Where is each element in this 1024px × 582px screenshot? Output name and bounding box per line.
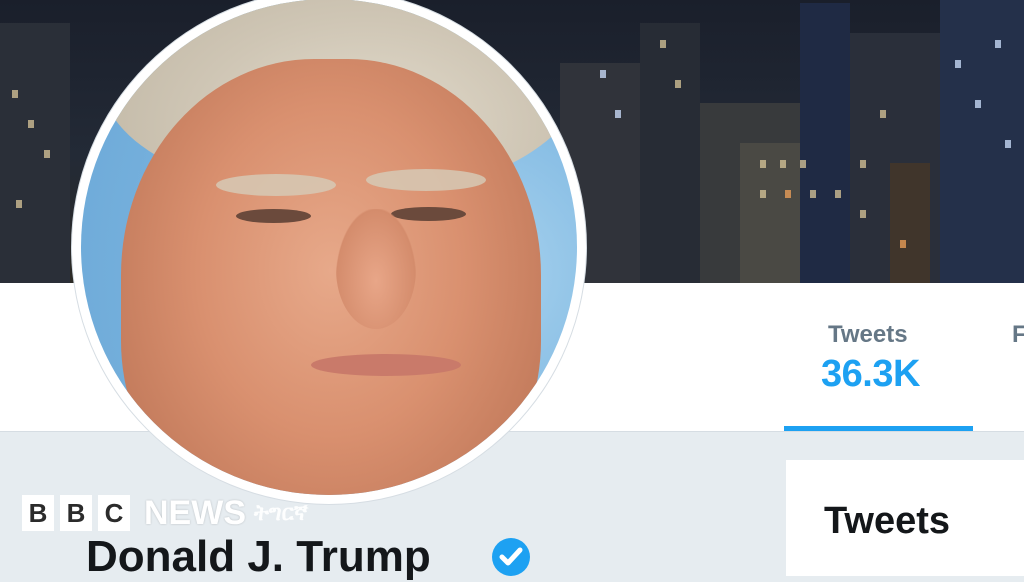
timeline-panel: Tweets (786, 460, 1024, 576)
tab-tweets-label: Tweets (828, 321, 908, 348)
news-wordmark: NEWS (144, 493, 246, 532)
bbc-news-logo: B B C NEWS ትግርኛ (22, 494, 308, 532)
language-service-label: ትግርኛ (254, 500, 308, 525)
verified-badge-icon (492, 538, 530, 576)
profile-avatar[interactable] (72, 0, 586, 504)
nose (336, 209, 416, 329)
profile-name: Donald J. Trump (86, 532, 431, 581)
active-tab-indicator (784, 426, 973, 431)
timeline-heading: Tweets (824, 500, 951, 542)
tab-tweets[interactable]: Tweets 36.3K (784, 283, 973, 431)
tab-next-partial[interactable]: F (1012, 321, 1024, 349)
bbc-letter-2: B (60, 495, 92, 531)
face (121, 59, 541, 495)
bbc-letter-3: C (98, 495, 130, 531)
tweets-count: 36.3K (821, 353, 920, 395)
mouth (311, 354, 461, 376)
bbc-letter-1: B (22, 495, 54, 531)
profile-photo (81, 0, 577, 495)
